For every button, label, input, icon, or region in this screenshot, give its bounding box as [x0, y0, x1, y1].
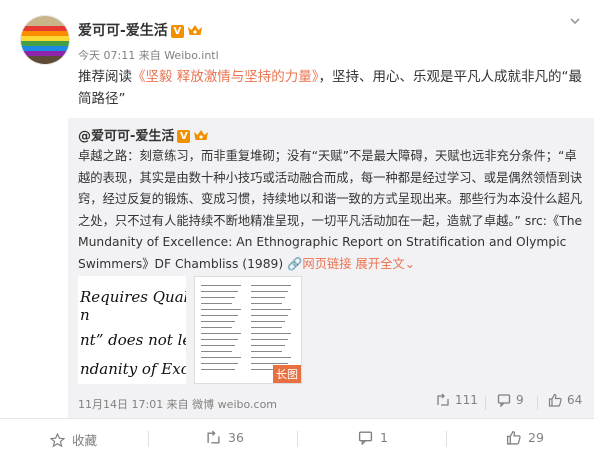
long-image-badge: 长图: [273, 365, 301, 383]
image-thumbnail-2[interactable]: 长图: [194, 276, 302, 384]
author-name[interactable]: 爱可可-爱生活: [78, 23, 168, 39]
document-text-line: [201, 357, 241, 358]
document-text-line: [201, 285, 241, 286]
comment-icon: [497, 394, 511, 408]
divider: [297, 431, 298, 447]
favorite-button[interactable]: 收藏: [49, 430, 98, 449]
avatar[interactable]: [20, 15, 70, 65]
thumb-text-line: n: [80, 306, 90, 324]
forward-icon: [437, 393, 449, 406]
divider: [537, 396, 538, 410]
document-text-line: [251, 321, 285, 322]
post-meta: 今天 07:11 来自 Weibo.intl: [78, 49, 219, 62]
forward-count: 36: [228, 430, 244, 445]
post-author: 爱可可-爱生活 V: [78, 20, 203, 40]
forward-count: 111: [455, 393, 478, 407]
repost-author-name[interactable]: @爱可可-爱生活: [78, 129, 174, 144]
divider: [446, 431, 447, 447]
repost-text: 卓越之路：刻意练习，而非重复堆砌；没有“天赋”不是最大障碍，天赋也远非充分条件；…: [78, 146, 586, 275]
member-crown-icon[interactable]: [187, 23, 203, 36]
thumb-text-line: ndanity of Excell: [80, 360, 186, 378]
document-text-line: [201, 327, 232, 328]
document-text-line: [251, 327, 282, 328]
document-text-line: [201, 333, 241, 334]
repost-author: @爱可可-爱生活 V: [78, 125, 209, 144]
action-bar-divider: [0, 418, 594, 419]
expand-full-text-link[interactable]: 展开全文: [356, 257, 405, 271]
document-text-line: [201, 363, 238, 364]
comment-icon: [358, 431, 373, 446]
document-text-line: [201, 309, 241, 310]
chevron-down-small-icon: ⌄: [404, 256, 416, 271]
thumb-text-line: Requires Qualit: [80, 288, 186, 306]
document-text-line: [251, 351, 282, 352]
comment-button[interactable]: 1: [358, 430, 388, 446]
like-count: 64: [567, 393, 583, 407]
post-text-prefix: 推荐阅读: [78, 69, 132, 85]
document-text-line: [251, 309, 291, 310]
like-button[interactable]: 29: [506, 430, 544, 445]
document-text-line: [251, 357, 291, 358]
document-text-line: [201, 315, 238, 316]
repost-comment-button[interactable]: 9: [497, 393, 524, 408]
document-text-line: [251, 285, 291, 286]
document-text-line: [251, 303, 282, 304]
document-text-line: [251, 339, 288, 340]
repost-footer: 11月14日 17:01 来自 微博 weibo.com: [78, 398, 278, 411]
star-icon: [49, 432, 66, 448]
chevron-down-icon[interactable]: [568, 14, 582, 28]
document-text-line: [201, 321, 235, 322]
document-text-line: [251, 291, 288, 292]
document-text-line: [251, 363, 288, 364]
comment-count: 9: [516, 393, 524, 407]
repost-like-button[interactable]: 64: [548, 393, 582, 407]
thumb-text-line: nt” does not lead: [80, 331, 186, 349]
comment-count: 1: [380, 430, 388, 445]
thumbs-up-icon: [548, 393, 562, 407]
rainbow-cake-avatar-image: [21, 16, 69, 64]
document-text-line: [201, 297, 235, 298]
verified-badge-icon: V: [170, 25, 184, 38]
document-text-line: [201, 369, 235, 370]
divider: [148, 431, 149, 447]
book-link[interactable]: 《坚毅 释放激情与坚持的力量》: [132, 69, 319, 85]
document-text-line: [251, 315, 288, 316]
document-text-line: [251, 297, 285, 298]
forward-icon: [207, 430, 220, 444]
document-text-line: [251, 345, 285, 346]
document-text-line: [251, 333, 291, 334]
document-text-line: [201, 339, 238, 340]
repost-body: 卓越之路：刻意练习，而非重复堆砌；没有“天赋”不是最大障碍，天赋也远非充分条件；…: [78, 149, 583, 271]
divider: [485, 396, 486, 410]
like-count: 29: [528, 430, 544, 445]
link-icon: 🔗: [287, 256, 303, 271]
document-text-line: [201, 345, 235, 346]
repost-forward-button[interactable]: 111: [436, 393, 478, 407]
image-thumbnail-1[interactable]: Requires Qualit n nt” does not lead ndan…: [78, 276, 186, 384]
member-crown-icon[interactable]: [193, 128, 209, 141]
document-text-line: [201, 303, 232, 304]
thumbs-up-icon: [506, 430, 521, 445]
document-text-line: [201, 291, 238, 292]
document-text-line: [201, 351, 232, 352]
favorite-label: 收藏: [72, 433, 98, 448]
forward-button[interactable]: 36: [206, 430, 244, 445]
post-text: 推荐阅读《坚毅 释放激情与坚持的力量》，坚持、用心、乐观是平凡人成就非凡的“最简…: [78, 66, 584, 110]
web-link[interactable]: 网页链接: [302, 257, 351, 271]
verified-badge-icon: V: [177, 130, 191, 143]
